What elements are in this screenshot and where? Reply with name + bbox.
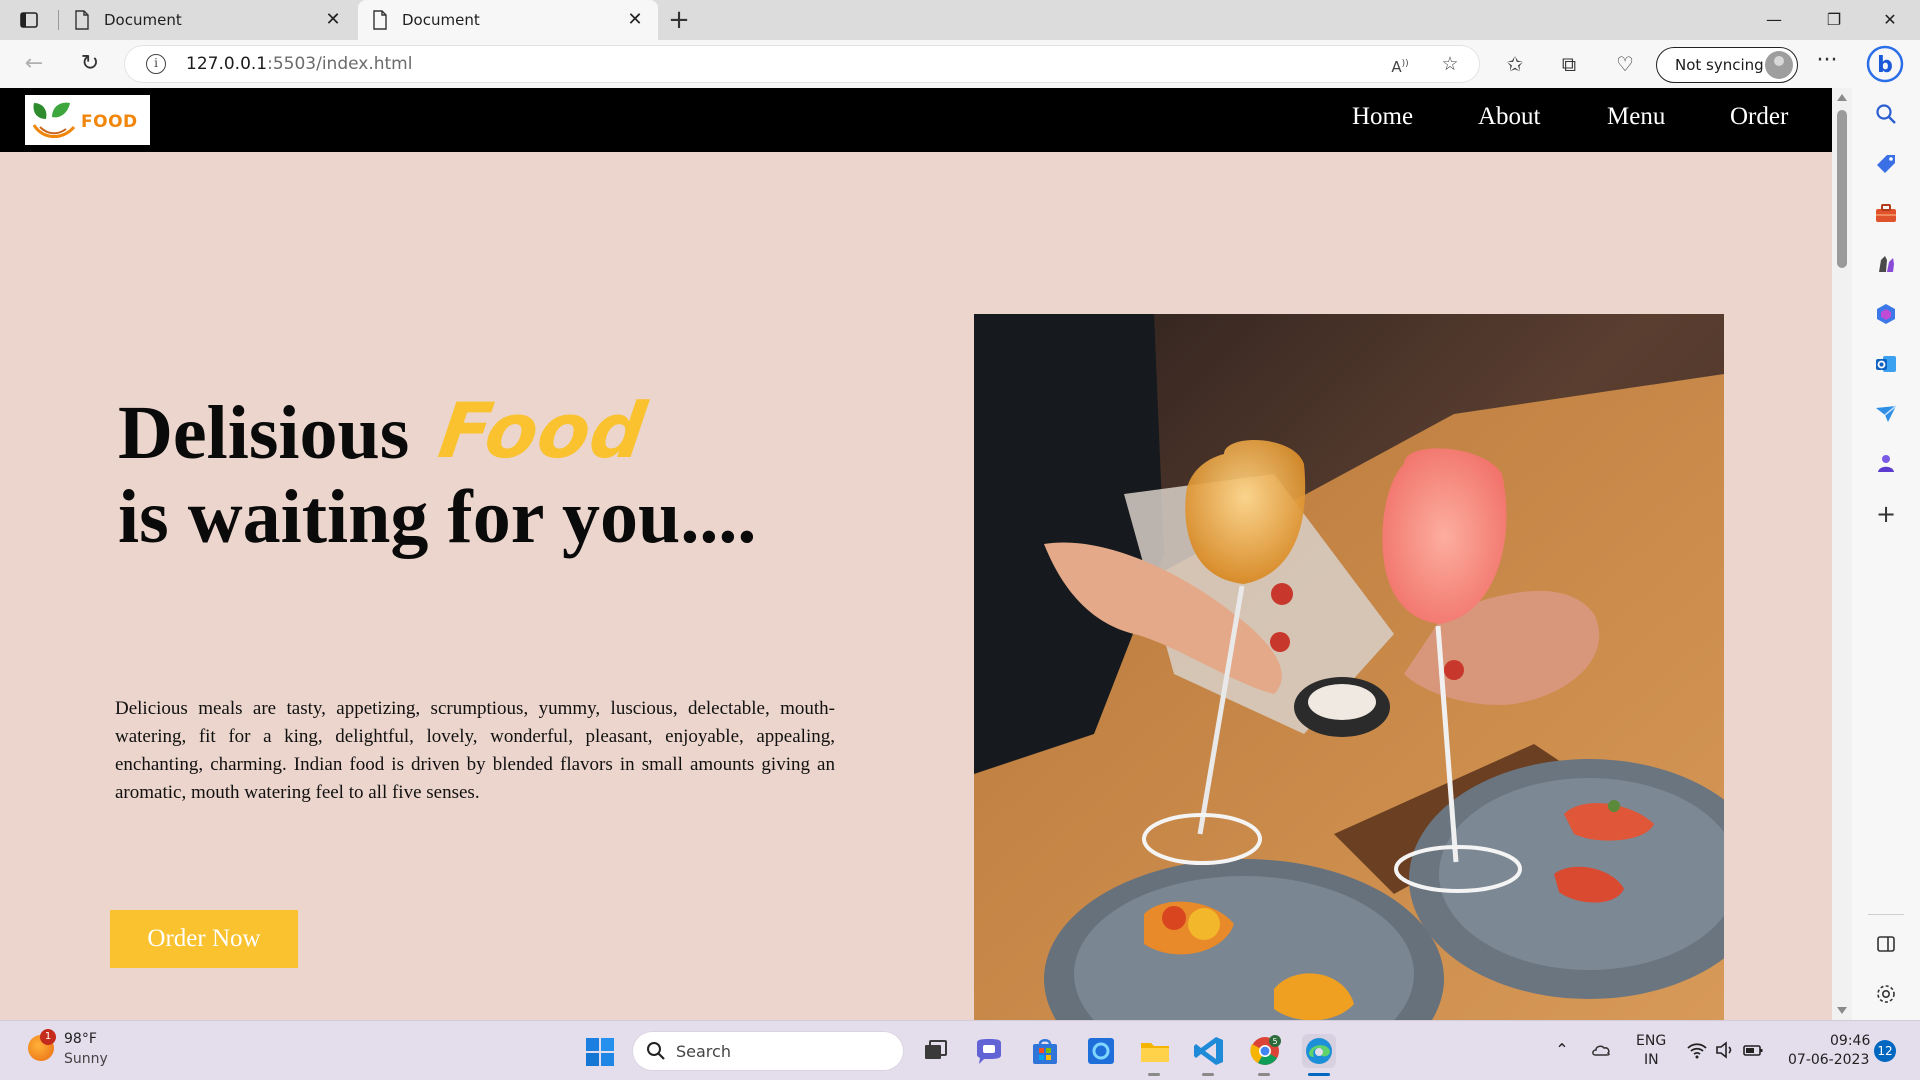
close-window-button[interactable]: ✕ xyxy=(1862,0,1918,40)
tab-separator xyxy=(58,10,59,30)
copilot-designer-icon[interactable] xyxy=(1874,452,1898,476)
url-text: 127.0.0.1:5503/index.html xyxy=(186,54,413,74)
sync-status: Not syncing xyxy=(1675,56,1764,74)
collections-icon[interactable]: ⧉ xyxy=(1556,51,1582,77)
tab-document-1[interactable]: Document ✕ xyxy=(60,0,356,40)
clock-time[interactable]: 09:46 xyxy=(1830,1033,1870,1049)
refresh-button[interactable]: ↻ xyxy=(74,49,106,79)
send-drop-icon[interactable] xyxy=(1874,402,1898,426)
hero-heading-line1: Delisious xyxy=(118,391,410,475)
chrome-icon[interactable]: 5 xyxy=(1248,1034,1282,1068)
edge-sidebar: + xyxy=(1852,88,1920,1020)
vscode-icon[interactable] xyxy=(1192,1034,1226,1068)
language-region[interactable]: IN xyxy=(1644,1052,1659,1068)
new-tab-button[interactable]: + xyxy=(664,6,694,34)
site-navbar: FOOD Home About Menu Order xyxy=(0,88,1832,152)
browser-essentials-icon[interactable]: ♡ xyxy=(1612,51,1638,77)
document-icon xyxy=(373,10,387,30)
language-indicator[interactable]: ENG xyxy=(1636,1033,1666,1049)
tab-document-2[interactable]: Document ✕ xyxy=(358,0,658,40)
weather-temperature[interactable]: 98°F xyxy=(64,1031,97,1047)
microsoft-store-icon[interactable] xyxy=(1028,1034,1062,1068)
weather-alert-badge: 1 xyxy=(40,1029,56,1045)
battery-icon[interactable] xyxy=(1742,1039,1764,1061)
tab-title: Document xyxy=(104,11,182,29)
address-bar[interactable]: i 127.0.0.1:5503/index.html A)) ☆ xyxy=(124,45,1480,83)
search-icon[interactable] xyxy=(1874,102,1898,126)
add-sidebar-app-icon[interactable]: + xyxy=(1874,502,1898,526)
page-scrollbar[interactable] xyxy=(1832,88,1852,1020)
svg-text:b: b xyxy=(1877,53,1893,78)
cortana-app-icon[interactable] xyxy=(1084,1034,1118,1068)
running-app-indicator xyxy=(1202,1073,1214,1076)
hero-heading-accent: Food xyxy=(433,386,652,475)
windows-taskbar: 1 98°F Sunny Search 5 ⌃ ENG IN 09:46 07-… xyxy=(0,1020,1920,1080)
site-info-icon[interactable]: i xyxy=(146,54,166,74)
outlook-icon[interactable] xyxy=(1874,352,1898,376)
favorites-icon[interactable]: ✩ xyxy=(1502,51,1528,77)
favorite-star-icon[interactable]: ☆ xyxy=(1438,53,1462,75)
logo-text: FOOD xyxy=(81,112,138,132)
order-now-button[interactable]: Order Now xyxy=(110,910,298,968)
web-page: FOOD Home About Menu Order Delisious Foo… xyxy=(0,88,1832,1020)
clock-date[interactable]: 07-06-2023 xyxy=(1788,1052,1869,1068)
windows-start-icon[interactable] xyxy=(585,1037,615,1067)
read-aloud-icon[interactable]: A)) xyxy=(1388,53,1412,76)
wifi-icon[interactable] xyxy=(1686,1039,1708,1061)
site-logo[interactable]: FOOD xyxy=(25,95,150,145)
minimize-button[interactable]: — xyxy=(1746,0,1802,40)
active-app-indicator xyxy=(1308,1073,1330,1076)
hero-food-image xyxy=(974,314,1724,1020)
tab-title: Document xyxy=(402,11,480,29)
close-tab-icon[interactable]: ✕ xyxy=(322,9,344,31)
restore-button[interactable]: ❐ xyxy=(1806,0,1862,40)
weather-description[interactable]: Sunny xyxy=(64,1051,108,1067)
back-button[interactable]: ← xyxy=(18,49,50,79)
close-tab-icon[interactable]: ✕ xyxy=(624,9,646,31)
edge-icon[interactable] xyxy=(1302,1034,1336,1068)
profile-sync-button[interactable]: Not syncing xyxy=(1656,47,1798,83)
task-view-icon[interactable] xyxy=(918,1034,952,1068)
nav-about[interactable]: About xyxy=(1478,103,1541,131)
scroll-down-arrow-icon[interactable] xyxy=(1837,1007,1847,1014)
teams-chat-icon[interactable] xyxy=(972,1034,1006,1068)
hero-description: Delicious meals are tasty, appetizing, s… xyxy=(115,698,835,803)
browser-toolbar: ← ↻ i 127.0.0.1:5503/index.html A)) ☆ ✩ … xyxy=(0,40,1920,88)
scroll-up-arrow-icon[interactable] xyxy=(1837,94,1847,101)
show-hidden-icons-chevron-icon[interactable]: ⌃ xyxy=(1551,1039,1573,1061)
running-app-indicator xyxy=(1148,1073,1160,1076)
games-icon[interactable] xyxy=(1874,252,1898,276)
file-explorer-icon[interactable] xyxy=(1138,1034,1172,1068)
onedrive-cloud-icon[interactable] xyxy=(1590,1039,1612,1061)
tab-actions-icon[interactable] xyxy=(18,9,40,31)
hide-sidebar-icon[interactable] xyxy=(1874,932,1898,956)
running-app-indicator xyxy=(1258,1073,1270,1076)
bing-chat-icon[interactable]: b xyxy=(1864,44,1906,84)
scrollbar-thumb[interactable] xyxy=(1837,110,1847,268)
browser-tab-bar: Document ✕ Document ✕ + — ❐ ✕ xyxy=(0,0,1920,40)
volume-icon[interactable] xyxy=(1714,1039,1736,1061)
notification-count-badge[interactable]: 12 xyxy=(1874,1040,1896,1062)
search-icon xyxy=(647,1042,665,1060)
leaf-logo-icon xyxy=(32,102,76,138)
settings-gear-icon[interactable] xyxy=(1874,982,1898,1006)
shopping-tag-icon[interactable] xyxy=(1874,152,1898,176)
tools-briefcase-icon[interactable] xyxy=(1874,202,1898,226)
more-options-icon[interactable]: ··· xyxy=(1812,50,1842,77)
taskbar-search-input[interactable]: Search xyxy=(632,1031,904,1071)
hero-heading-line2: is waiting for you.... xyxy=(118,475,757,559)
nav-home[interactable]: Home xyxy=(1352,103,1413,131)
nav-menu[interactable]: Menu xyxy=(1607,103,1665,131)
search-placeholder: Search xyxy=(676,1042,731,1061)
sidebar-divider xyxy=(1868,914,1904,915)
nav-order[interactable]: Order xyxy=(1730,103,1788,131)
microsoft365-icon[interactable] xyxy=(1874,302,1898,326)
chrome-profile-badge: 5 xyxy=(1272,1037,1277,1046)
document-icon xyxy=(75,10,89,30)
avatar xyxy=(1765,51,1793,79)
